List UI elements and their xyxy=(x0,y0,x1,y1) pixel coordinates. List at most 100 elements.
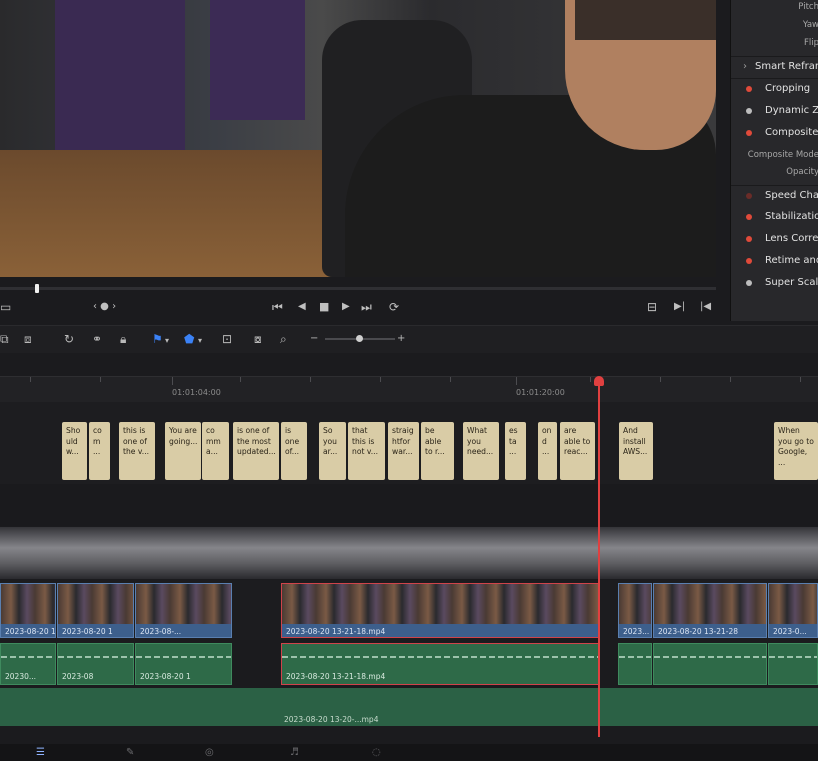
audio-track-2-clip[interactable]: 2023-08-20 13-20-...mp4 xyxy=(0,688,818,726)
enabled-dot-icon[interactable] xyxy=(746,214,752,220)
audio-clip-selected[interactable]: 2023-08-20 13-21-18.mp4 xyxy=(281,643,599,685)
clip-name: 2023-08 xyxy=(62,672,94,681)
divider xyxy=(731,185,818,186)
clip-thumbnail xyxy=(136,584,231,624)
adjustment-track[interactable] xyxy=(0,527,818,579)
subtitle-clip[interactable]: is one of... xyxy=(281,422,307,480)
audio-clip[interactable] xyxy=(653,643,767,685)
chevron-down-icon[interactable]: ▾ xyxy=(165,334,169,348)
video-clip-selected[interactable]: 2023-08-20 13-21-18.mp4 xyxy=(281,583,599,638)
clip-name: 2023-08-20 13-21-28 xyxy=(658,627,739,636)
viewer-options-icon[interactable]: ▭ xyxy=(0,300,11,314)
zoom-out-icon[interactable]: − xyxy=(310,332,318,346)
playhead-line[interactable] xyxy=(598,377,600,737)
previous-edit-button[interactable]: |◀ xyxy=(700,300,711,314)
subtitle-clip[interactable]: es ta ... xyxy=(505,422,526,480)
subtitle-clip[interactable]: straig htfor war... xyxy=(388,422,419,480)
color-page-icon[interactable]: ♬ xyxy=(290,747,299,758)
video-clip[interactable]: 2023-0... xyxy=(768,583,818,638)
replace-tool-icon[interactable]: ⧈ xyxy=(24,332,32,346)
clip-name: 2023-08-20 13-20-...mp4 xyxy=(284,715,379,724)
audio-waveform xyxy=(282,656,598,658)
trim-tool-icon[interactable]: ⧉ xyxy=(0,332,9,346)
subtitle-clip[interactable]: You are going... xyxy=(165,422,201,480)
zoom-full-icon[interactable]: ⊡ xyxy=(222,332,232,346)
viewer-scrub-handle[interactable] xyxy=(35,284,39,293)
video-viewer[interactable] xyxy=(0,0,716,277)
inspector-flip-label: Flip xyxy=(803,38,818,48)
subtitle-clip[interactable]: So you ar... xyxy=(319,422,346,480)
audio-clip[interactable] xyxy=(618,643,652,685)
ruler-tick xyxy=(380,377,381,382)
chevron-down-icon[interactable]: ▾ xyxy=(198,334,202,348)
timeline-ruler[interactable]: 01:01:04:00 01:01:20:00 xyxy=(0,376,818,403)
viewer-curtain xyxy=(210,0,305,120)
dim-dot-icon[interactable] xyxy=(746,193,752,199)
zoom-detail-icon[interactable]: ⧇ xyxy=(254,332,262,346)
clip-navigator[interactable]: ‹ ● › xyxy=(93,300,116,314)
section-lens-correction[interactable]: Lens Correction xyxy=(731,230,818,250)
subtitle-clip[interactable]: What you need... xyxy=(463,422,499,480)
enabled-dot-icon[interactable] xyxy=(746,236,752,242)
zoom-in-icon[interactable]: + xyxy=(397,332,405,346)
section-stabilization[interactable]: Stabilization xyxy=(731,208,818,228)
play-button[interactable]: ▶ xyxy=(342,300,350,314)
audio-clip[interactable] xyxy=(768,643,818,685)
marker-icon[interactable]: ⬟ xyxy=(184,332,194,346)
subtitle-clip[interactable]: co mm a... xyxy=(202,422,229,480)
next-edit-button[interactable]: ▶| xyxy=(674,300,685,314)
fusion-page-icon[interactable]: ◎ xyxy=(205,747,214,758)
playhead-handle[interactable] xyxy=(594,376,604,386)
video-clip[interactable]: 2023... xyxy=(618,583,652,638)
go-to-start-button[interactable]: ⏮ xyxy=(272,300,283,314)
section-speed-change[interactable]: Speed Change xyxy=(731,187,818,207)
subtitle-clip[interactable]: co m ... xyxy=(89,422,110,480)
section-retime-scaling[interactable]: Retime and Scaling xyxy=(731,252,818,272)
subtitle-clip[interactable]: this is one of the v... xyxy=(119,422,155,480)
video-clip[interactable]: 2023-08-... xyxy=(135,583,232,638)
audio-clip[interactable]: 2023-08 xyxy=(57,643,134,685)
zoom-slider-handle[interactable] xyxy=(356,335,363,342)
viewer-scrub-bar[interactable] xyxy=(0,287,716,290)
match-frame-button[interactable]: ⊟ xyxy=(647,300,657,314)
smart-reframe-section[interactable]: › Smart Reframe xyxy=(731,58,818,78)
ruler-tick xyxy=(730,377,731,382)
disabled-dot-icon[interactable] xyxy=(746,108,752,114)
link-icon[interactable]: ⚭ xyxy=(92,332,102,346)
subtitle-clip[interactable]: is one of the most updated... xyxy=(233,422,279,480)
section-super-scale[interactable]: Super Scale xyxy=(731,274,818,294)
subtitle-clip[interactable]: Sho uld w... xyxy=(62,422,87,480)
deliver-page-icon[interactable]: ◌ xyxy=(372,747,381,758)
audio-clip[interactable]: 20230... xyxy=(0,643,56,685)
video-clip[interactable]: 2023-08-20 1 xyxy=(0,583,56,638)
enabled-dot-icon[interactable] xyxy=(746,86,752,92)
subtitle-clip[interactable]: And install AWS... xyxy=(619,422,653,480)
section-cropping[interactable]: Cropping xyxy=(731,80,818,100)
subtitle-clip[interactable]: be able to r... xyxy=(421,422,454,480)
ruler-timecode: 01:01:04:00 xyxy=(172,388,221,397)
enabled-dot-icon[interactable] xyxy=(746,130,752,136)
flag-icon[interactable]: ⚑ xyxy=(152,332,163,346)
cut-page-icon[interactable]: ☰ xyxy=(36,747,45,758)
subtitle-clip[interactable]: When you go to Google, ... xyxy=(774,422,818,480)
go-to-end-button[interactable]: ⏭ xyxy=(361,300,372,314)
section-dynamic-zoom[interactable]: Dynamic Zoom xyxy=(731,102,818,122)
edit-page-icon[interactable]: ✎ xyxy=(126,747,134,758)
lock-icon[interactable]: 🔒︎ xyxy=(120,332,126,346)
play-reverse-button[interactable]: ◀ xyxy=(298,300,306,314)
subtitle-clip[interactable]: that this is not v... xyxy=(348,422,385,480)
section-composite[interactable]: Composite xyxy=(731,124,818,144)
video-clip[interactable]: 2023-08-20 13-21-28 xyxy=(653,583,767,638)
zoom-custom-icon[interactable]: ⌕ xyxy=(280,332,287,346)
audio-clip[interactable]: 2023-08-20 1 xyxy=(135,643,232,685)
enabled-dot-icon[interactable] xyxy=(746,258,752,264)
video-clip[interactable]: 2023-08-20 1 xyxy=(57,583,134,638)
disabled-dot-icon[interactable] xyxy=(746,280,752,286)
page-navigation-bar: ☰ ✎ ◎ ♬ ◌ xyxy=(0,744,818,761)
subtitle-clip[interactable]: are able to reac... xyxy=(560,422,595,480)
loop-button[interactable]: ⟳ xyxy=(389,300,399,314)
snapping-icon[interactable]: ↻ xyxy=(64,332,74,346)
stop-button[interactable]: ■ xyxy=(319,300,329,314)
audio-waveform xyxy=(619,656,651,658)
subtitle-clip[interactable]: on d ... xyxy=(538,422,557,480)
